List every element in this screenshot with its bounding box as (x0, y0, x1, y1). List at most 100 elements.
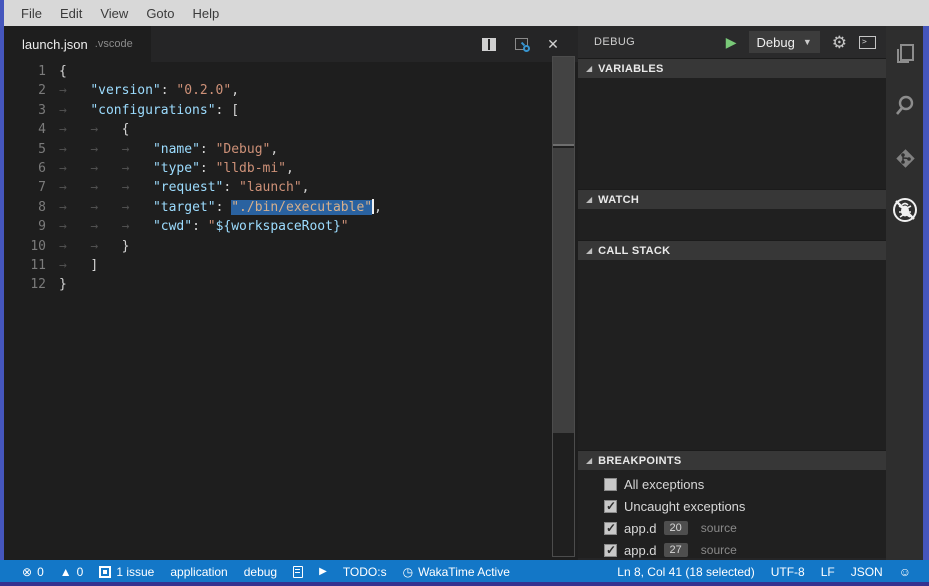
collapse-triangle-icon: ◢ (586, 246, 592, 255)
code-editor[interactable]: 1{2→ "version": "0.2.0",3→ "configuratio… (4, 62, 550, 295)
line-number: 11 (4, 256, 46, 275)
menu-item-edit[interactable]: Edit (51, 6, 91, 21)
menu-item-help[interactable]: Help (184, 6, 229, 21)
code-segment: "0.2.0" (176, 83, 231, 98)
breakpoint-checkbox[interactable] (604, 500, 617, 513)
breakpoint-label: All exceptions (624, 477, 704, 492)
code-segment: → (90, 161, 121, 176)
section-header-variables[interactable]: ◢ VARIABLES (578, 58, 886, 78)
breakpoint-line-badge: 20 (664, 521, 688, 535)
section-title: VARIABLES (598, 63, 663, 75)
warning-triangle-icon: ▲ (60, 566, 72, 578)
scrollbar-thumb[interactable] (553, 57, 574, 146)
breakpoint-checkbox[interactable] (604, 522, 617, 535)
menu-item-file[interactable]: File (12, 6, 51, 21)
vscode-window: FileEditViewGotoHelp launch.json .vscode… (0, 0, 929, 586)
code-segment: ] (90, 258, 98, 273)
status-item-ln-8-col-41-18-selected-[interactable]: Ln 8, Col 41 (18 selected) (609, 560, 762, 583)
code-segment: } (59, 277, 67, 292)
code-line-content: → "configurations": [ (46, 101, 239, 120)
code-line-content: } (46, 275, 67, 294)
code-segment: : (223, 180, 239, 195)
status-bar-left: ⊗0▲01 issue application debug ▶ TODO:s ◷WakaT… (14, 560, 518, 583)
code-segment: " (208, 219, 216, 234)
status-item[interactable]: ▶ (311, 560, 335, 583)
close-icon[interactable]: ✕ (544, 36, 562, 52)
breakpoint-row[interactable]: app.d27source (578, 539, 886, 561)
section-header-watch[interactable]: ◢WATCH (578, 189, 886, 209)
code-segment: "Debug" (216, 142, 271, 157)
status-item-json[interactable]: JSON (843, 560, 891, 583)
status-item-debug[interactable]: debug (236, 560, 285, 583)
section-body-watch (578, 209, 886, 240)
section-body-callstack (578, 260, 886, 450)
status-item-wakatime-active[interactable]: ◷WakaTime Active (395, 560, 518, 583)
line-number: 6 (4, 159, 46, 178)
code-line: 10→ → } (4, 237, 550, 256)
code-segment: → (59, 239, 90, 254)
start-debug-icon[interactable]: ▶ (726, 35, 737, 49)
breakpoint-checkbox[interactable] (604, 478, 617, 491)
split-editor-icon[interactable] (480, 36, 498, 52)
git-icon[interactable] (891, 144, 919, 172)
tab-launch-json[interactable]: launch.json .vscode (4, 26, 151, 62)
status-item-label: TODO:s (343, 565, 387, 579)
breakpoint-checkbox[interactable] (604, 544, 617, 557)
code-segment: , (270, 142, 278, 157)
debug-sidebar: DEBUG ▶ Debug ▼ ⚙ > ◢ VARIABLES ◢WATCH ◢CAL… (578, 26, 886, 560)
search-icon[interactable] (891, 92, 919, 120)
code-segment: "version" (90, 83, 160, 98)
code-segment: : (161, 83, 177, 98)
code-segment: "lldb-mi" (216, 161, 286, 176)
code-segment: { (122, 122, 130, 137)
collapse-triangle-icon: ◢ (586, 64, 592, 73)
status-item[interactable]: ☺ (891, 560, 919, 583)
issues-icon (99, 566, 111, 578)
breakpoint-row[interactable]: app.d20source (578, 517, 886, 539)
debug-console-icon[interactable]: > (859, 36, 876, 49)
debug-config-dropdown[interactable]: Debug ▼ (749, 31, 820, 53)
status-item-0[interactable]: ⊗0 (14, 560, 52, 583)
code-segment: "configurations" (90, 103, 215, 118)
status-item-label: JSON (851, 565, 883, 579)
collapse-triangle-icon: ◢ (586, 456, 592, 465)
code-line-content: → → } (46, 237, 129, 256)
status-item-label: LF (821, 565, 835, 579)
section-header-callstack[interactable]: ◢CALL STACK (578, 240, 886, 260)
code-segment: " (341, 219, 349, 234)
code-segment: → (122, 180, 153, 195)
code-line-content: → → → "name": "Debug", (46, 140, 278, 159)
status-item-application[interactable]: application (162, 560, 235, 583)
code-line: 7→ → → "request": "launch", (4, 178, 550, 197)
menubar: FileEditViewGotoHelp (0, 0, 929, 26)
open-preview-icon[interactable] (512, 36, 530, 52)
chevron-down-icon: ▼ (803, 37, 812, 47)
gear-icon[interactable]: ⚙ (832, 34, 847, 51)
code-segment: → (59, 142, 90, 157)
explorer-icon[interactable] (891, 40, 919, 68)
code-segment: → (59, 200, 90, 215)
code-line: 2→ "version": "0.2.0", (4, 81, 550, 100)
debug-toolbar: DEBUG ▶ Debug ▼ ⚙ > (578, 26, 886, 58)
code-line: 5→ → → "name": "Debug", (4, 140, 550, 159)
status-item-1-issue[interactable]: 1 issue (91, 560, 162, 583)
line-number: 10 (4, 237, 46, 256)
status-item[interactable] (285, 560, 311, 583)
status-item-lf[interactable]: LF (813, 560, 843, 583)
status-item-0[interactable]: ▲0 (52, 560, 92, 583)
debug-icon[interactable] (891, 196, 919, 224)
status-item-todo-s[interactable]: TODO:s (335, 560, 395, 583)
section-header-breakpoints[interactable]: ◢BREAKPOINTS (578, 450, 886, 470)
breakpoint-row[interactable]: All exceptions (578, 473, 886, 495)
breakpoint-row[interactable]: Uncaught exceptions (578, 495, 886, 517)
status-item-utf-8[interactable]: UTF-8 (763, 560, 813, 583)
breakpoint-label: app.d (624, 521, 657, 536)
breakpoint-label: Uncaught exceptions (624, 499, 745, 514)
menu-item-view[interactable]: View (91, 6, 137, 21)
clock-icon: ◷ (403, 566, 413, 578)
code-segment: ${workspaceRoot} (216, 219, 341, 234)
code-segment: → (59, 219, 90, 234)
status-item-label: application (170, 565, 227, 579)
editor-scrollbar[interactable] (552, 56, 575, 557)
menu-item-goto[interactable]: Goto (137, 6, 183, 21)
